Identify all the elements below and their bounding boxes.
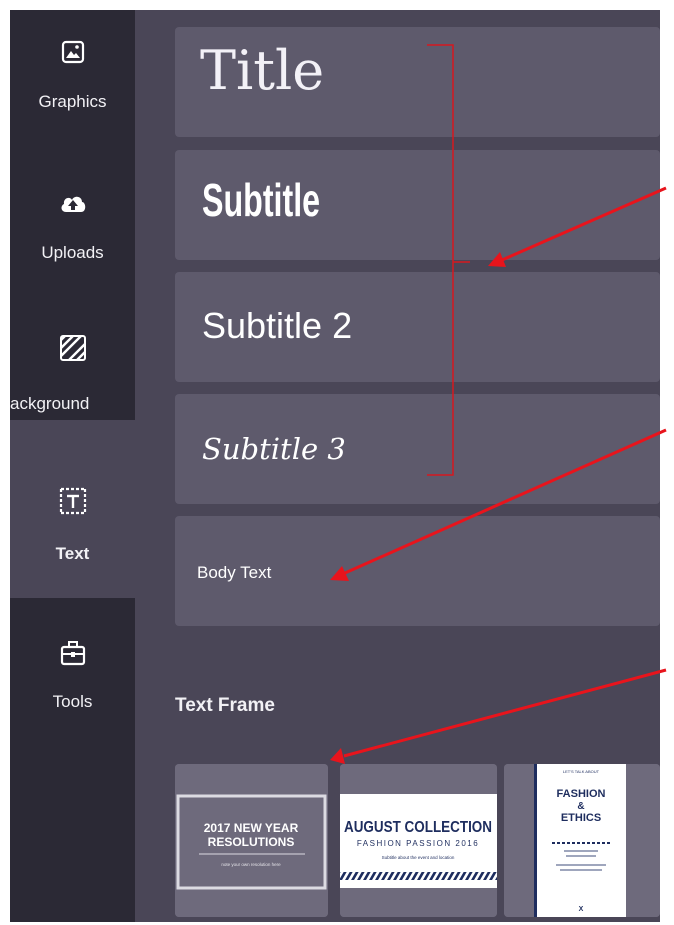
annotation-arrow-body-text <box>330 428 667 581</box>
annotation-arrow-text-styles <box>488 186 667 267</box>
annotation-overlay <box>330 44 667 764</box>
annotation-arrow-text-frame <box>330 668 667 764</box>
annotation-bracket <box>427 44 470 476</box>
